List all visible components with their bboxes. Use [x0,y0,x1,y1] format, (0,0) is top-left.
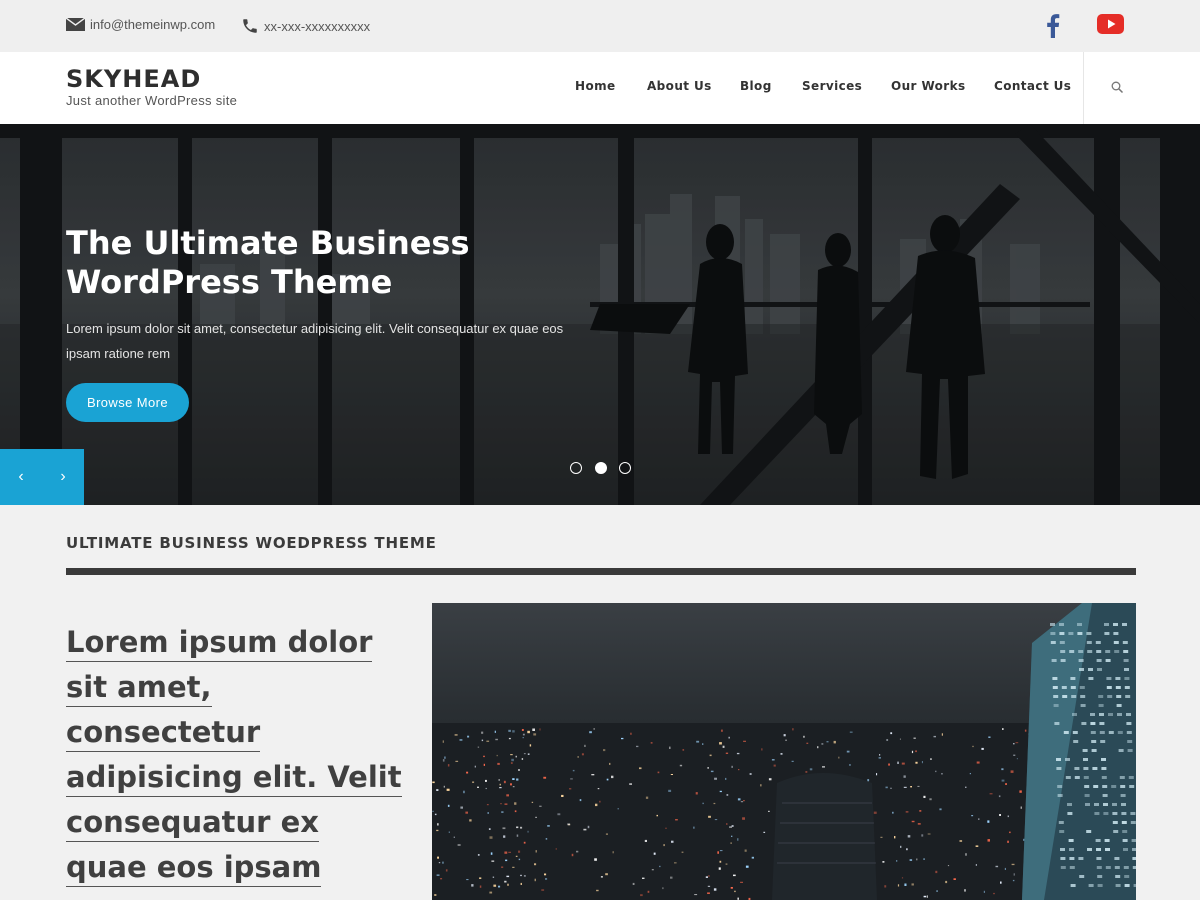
feature-image [432,603,1136,900]
hero-slider: The Ultimate Business WordPress Theme Lo… [0,124,1200,505]
nav-item-blog[interactable]: Blog [740,79,772,93]
nav-item-contact-us[interactable]: Contact Us [994,79,1071,93]
contact-email[interactable]: info@themeinwp.com [66,17,215,32]
email-text: info@themeinwp.com [90,17,216,32]
top-bar: info@themeinwp.com xx-xxx-xxxxxxxxxx [0,0,1200,52]
hero-background-image [0,124,1200,505]
headline-line: consequatur ex [66,805,319,842]
section-headline: Lorem ipsum dolor sit amet, consectetur … [66,620,411,890]
search-icon[interactable] [1111,81,1124,99]
site-title[interactable]: SKYHEAD [66,65,201,93]
hero-title: The Ultimate Business WordPress Theme [66,224,470,301]
headline-line: sit amet, [66,670,212,707]
phone-text: xx-xxx-xxxxxxxxxx [264,18,371,34]
facebook-icon[interactable] [1046,14,1060,43]
nav-item-our-works[interactable]: Our Works [891,79,966,93]
slider-arrows: ‹ › [0,449,84,505]
slider-next-button[interactable]: › [42,449,84,505]
slider-prev-button[interactable]: ‹ [0,449,42,505]
phone-icon [243,19,257,33]
site-header: SKYHEAD Just another WordPress site Home… [0,52,1200,124]
slider-dot-3[interactable] [619,462,631,474]
browse-more-button[interactable]: Browse More [66,383,189,422]
section-title: ULTIMATE BUSINESS WOEDPRESS THEME [66,534,437,552]
nav-item-services[interactable]: Services [802,79,862,93]
mail-icon [66,18,85,31]
contact-phone[interactable]: xx-xxx-xxxxxxxxxx [241,17,370,35]
headline-line: consectetur [66,715,261,752]
hero-description: Lorem ipsum dolor sit amet, consectetur … [66,321,564,361]
nav-divider [1083,52,1084,124]
youtube-icon[interactable] [1097,14,1124,39]
section-divider [66,568,1136,575]
nav-item-about-us[interactable]: About Us [647,79,712,93]
headline-line: adipisicing elit. Velit [66,760,402,797]
site-tagline: Just another WordPress site [66,93,238,108]
headline-line: quae eos ipsam [66,850,322,887]
night-city-image [432,603,1136,900]
nav-item-home[interactable]: Home [575,79,616,93]
headline-line: Lorem ipsum dolor [66,625,373,662]
slider-dot-1[interactable] [570,462,582,474]
slider-dot-2[interactable] [595,462,607,474]
